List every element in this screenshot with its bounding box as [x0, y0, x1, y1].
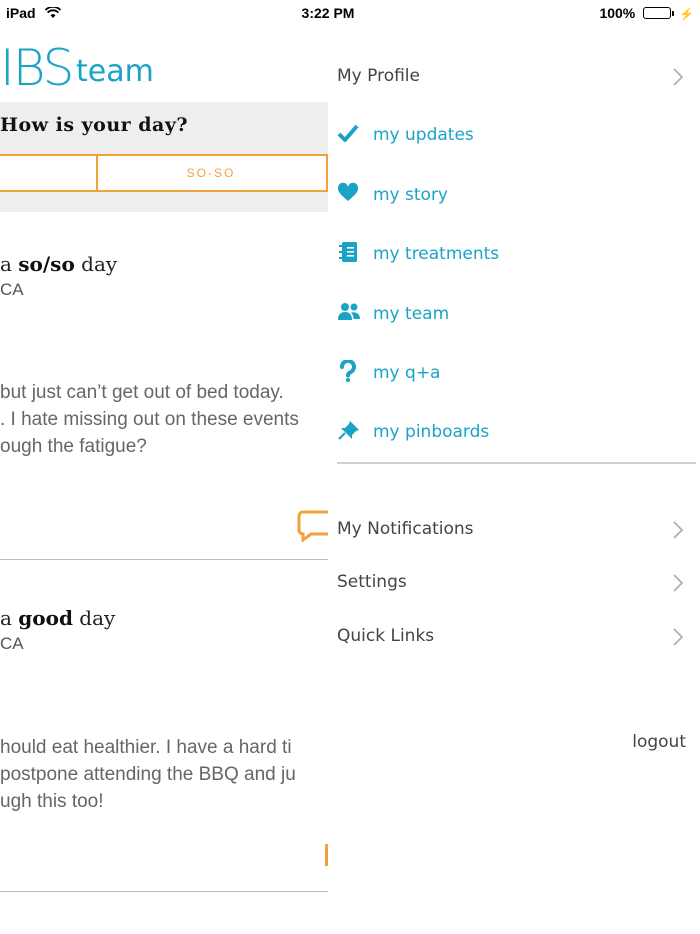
- quick-links-row[interactable]: Quick Links: [337, 626, 697, 646]
- mood-selector: SO-SO: [0, 154, 328, 192]
- menu-my-treatments[interactable]: my treatments: [337, 241, 499, 264]
- menu-label: my q+a: [373, 363, 441, 383]
- status-bar: iPad 3:22 PM 100% ⚡: [0, 0, 700, 26]
- menu-my-qa[interactable]: my q+a: [337, 358, 441, 383]
- status-time: 3:22 PM: [301, 5, 355, 21]
- question-icon: [337, 358, 361, 382]
- menu-my-team[interactable]: my team: [337, 301, 449, 324]
- quick-links-label: Quick Links: [337, 626, 435, 646]
- menu-label: my story: [373, 185, 448, 205]
- post-title-prefix: a: [0, 252, 19, 276]
- menu-label: my updates: [373, 125, 474, 145]
- post-title: a good day: [0, 606, 115, 630]
- day-question: How is your day?: [0, 114, 189, 136]
- post-mood: good: [18, 606, 73, 630]
- post-divider: [0, 891, 328, 892]
- side-drawer: My Profile my updates my story my treatm…: [328, 26, 700, 934]
- post-title: a so/so day: [0, 252, 117, 276]
- my-notifications-label: My Notifications: [337, 519, 474, 539]
- post-body-line: but just can’t get out of bed today.: [0, 382, 284, 403]
- check-icon: [337, 122, 361, 144]
- feed-post[interactable]: a good day CA hould eat healthier. I hav…: [0, 562, 328, 922]
- pin-icon: [337, 419, 361, 441]
- mood-panel: How is your day? SO-SO: [0, 102, 328, 212]
- post-body: hould eat healthier. I have a hard ti po…: [0, 734, 328, 815]
- my-profile-label: My Profile: [337, 66, 420, 86]
- notebook-icon: [337, 241, 361, 263]
- menu-label: my treatments: [373, 244, 500, 264]
- menu-my-updates[interactable]: my updates: [337, 122, 474, 145]
- post-body-line: . I hate missing out on these events: [0, 409, 299, 430]
- feed-post[interactable]: a so/so day CA but just can’t get out of…: [0, 212, 328, 562]
- heart-icon: [337, 182, 361, 204]
- post-body-line: postpone attending the BBQ and ju: [0, 764, 296, 785]
- chevron-right-icon: [673, 628, 684, 651]
- post-body-line: hould eat healthier. I have a hard ti: [0, 737, 292, 758]
- post-location: CA: [0, 280, 24, 299]
- my-notifications-row[interactable]: My Notifications: [337, 519, 697, 539]
- people-icon: [337, 301, 361, 323]
- post-mood: so/so: [18, 252, 75, 276]
- logo-team: team: [76, 54, 154, 89]
- logout-button[interactable]: logout: [632, 732, 686, 752]
- comment-icon[interactable]: [297, 510, 328, 547]
- settings-row[interactable]: Settings: [337, 572, 697, 592]
- menu-my-story[interactable]: my story: [337, 182, 448, 205]
- post-body-line: ough the fatigue?: [0, 436, 147, 457]
- status-right: 100% ⚡: [599, 5, 694, 21]
- logo-ibs: IBS: [0, 39, 74, 97]
- menu-label: my pinboards: [373, 422, 490, 442]
- post-title-prefix: a: [0, 606, 19, 630]
- main-content: IBS team How is your day? SO-SO a so/so …: [0, 26, 328, 934]
- chevron-right-icon: [673, 68, 684, 91]
- post-body-line: ugh this too!: [0, 791, 104, 812]
- battery-percent: 100%: [599, 5, 636, 21]
- post-title-suffix: day: [72, 606, 116, 630]
- post-body: but just can’t get out of bed today. . I…: [0, 379, 328, 460]
- post-divider: [0, 559, 328, 560]
- post-title-suffix: day: [74, 252, 118, 276]
- my-profile-row[interactable]: My Profile: [337, 66, 697, 86]
- menu-label: my team: [373, 304, 450, 324]
- post-location: CA: [0, 634, 24, 653]
- drawer-divider: [337, 462, 696, 464]
- menu-my-pinboards[interactable]: my pinboards: [337, 419, 489, 442]
- settings-label: Settings: [337, 572, 407, 592]
- chevron-right-icon: [673, 521, 684, 544]
- chevron-right-icon: [673, 574, 684, 597]
- charging-icon: ⚡: [679, 7, 694, 21]
- mood-option-soso[interactable]: SO-SO: [98, 166, 324, 180]
- battery-icon: [643, 7, 675, 19]
